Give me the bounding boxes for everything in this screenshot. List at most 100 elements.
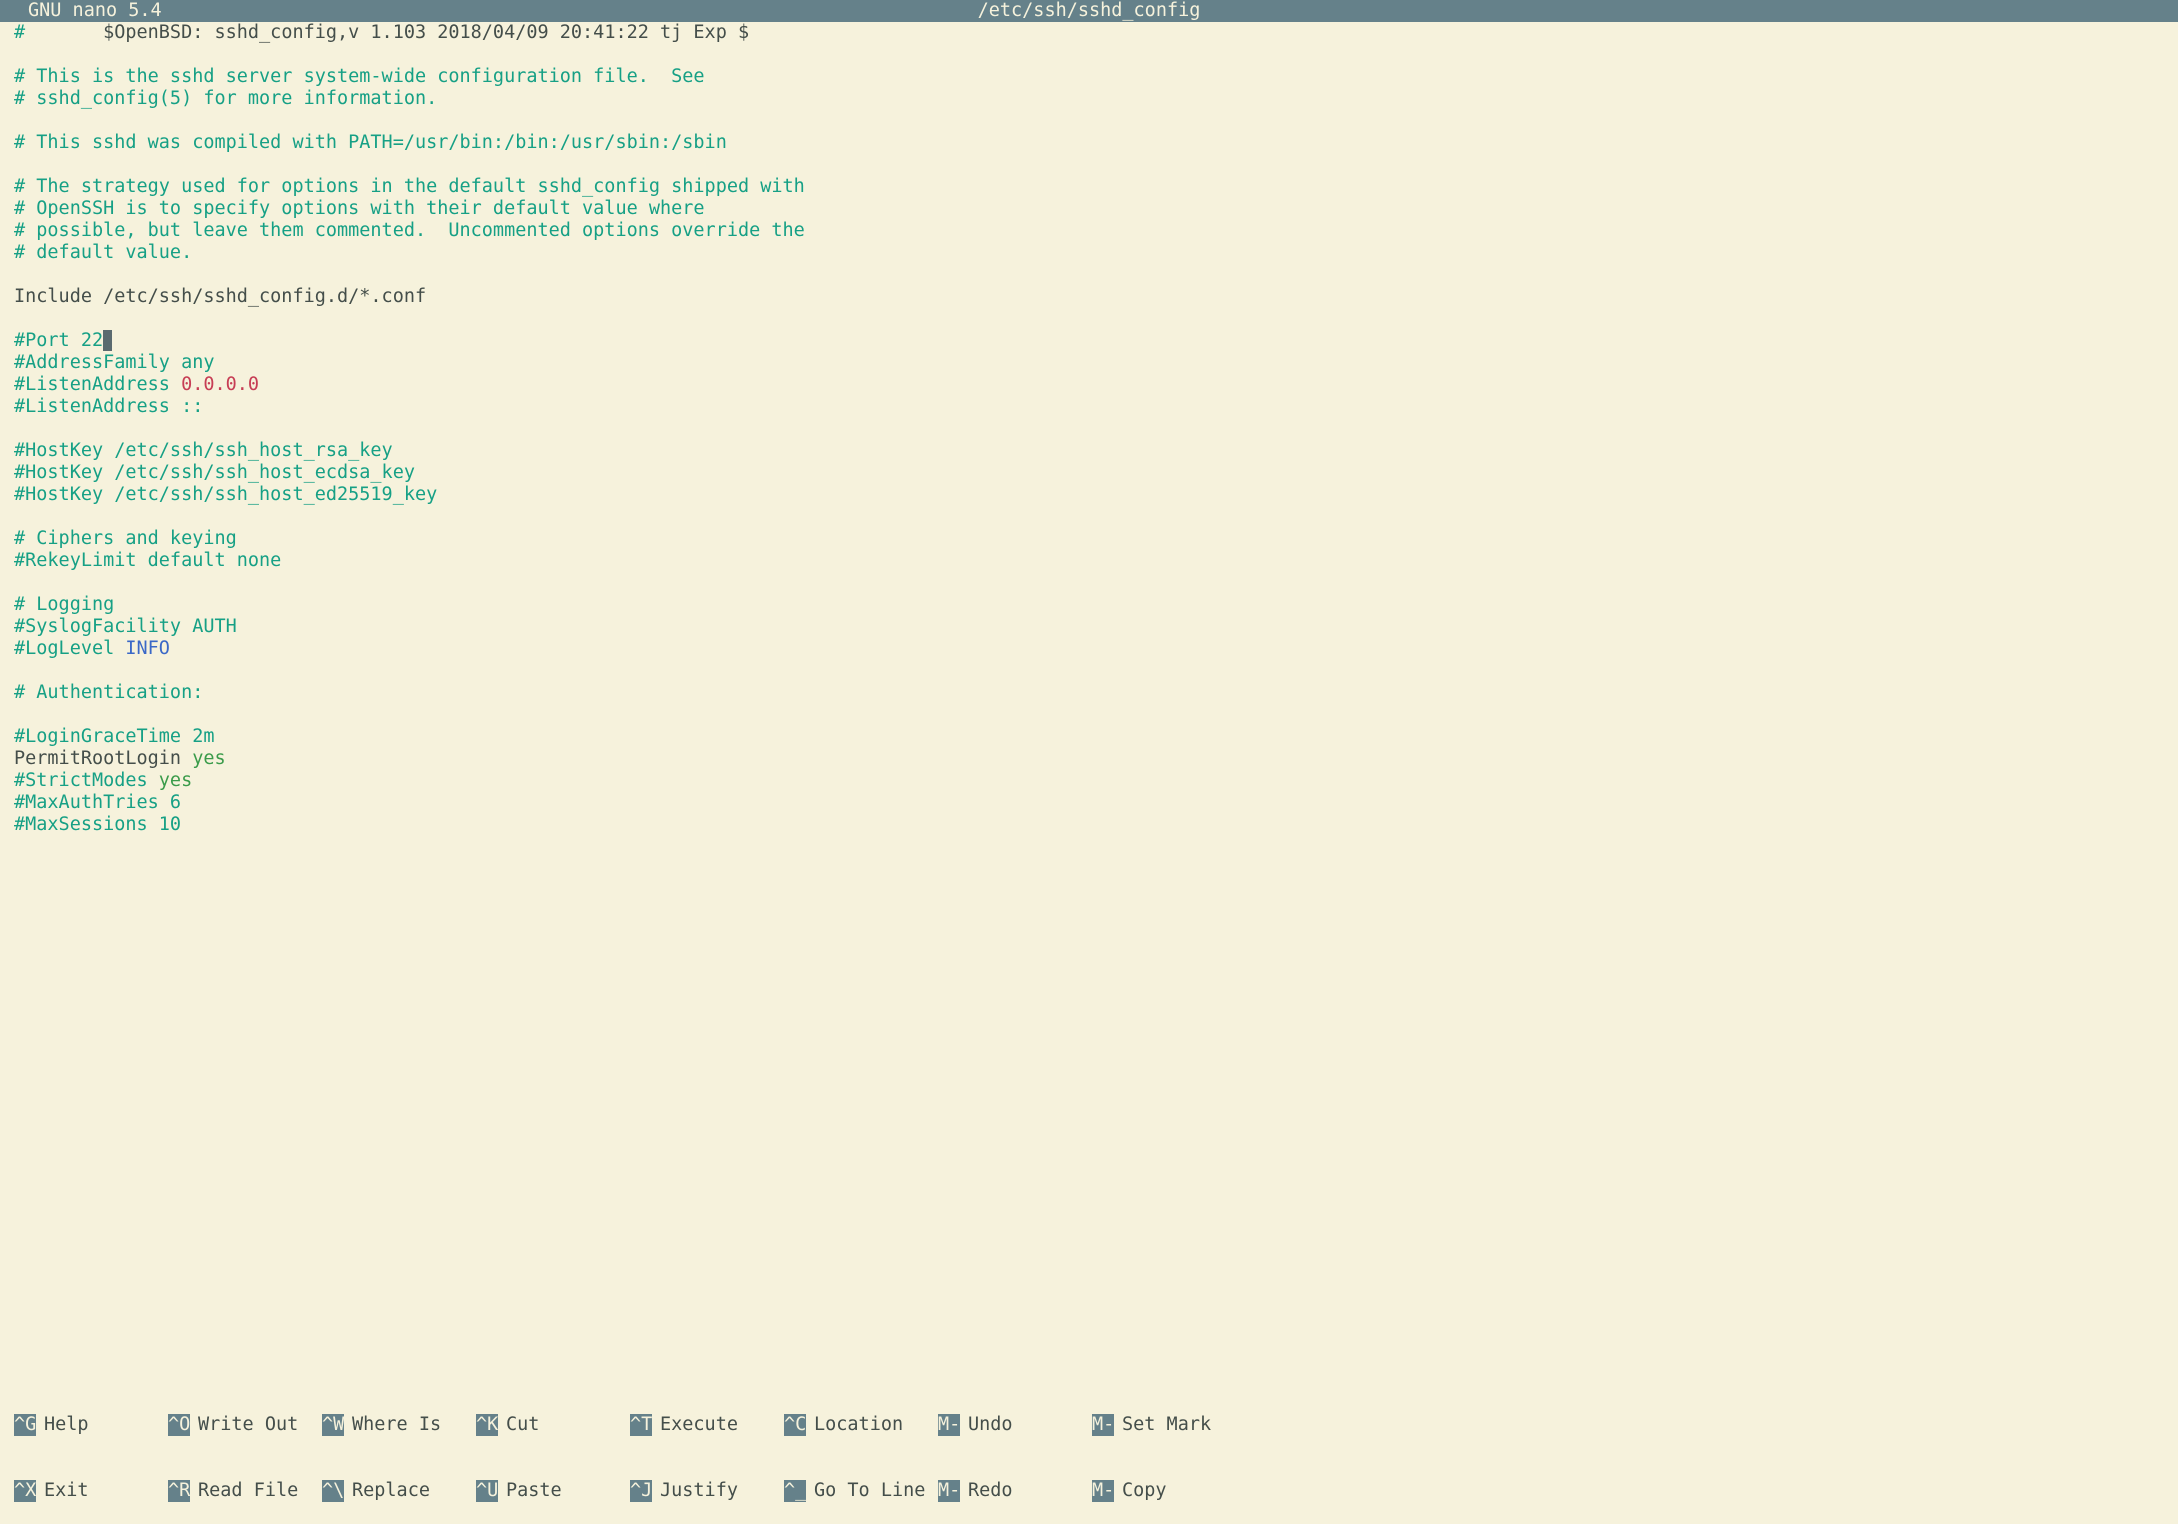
editor-line[interactable] bbox=[0, 308, 2178, 330]
editor-line[interactable]: #SyslogFacility AUTH bbox=[0, 616, 2178, 638]
editor-line[interactable]: #LogLevel INFO bbox=[0, 638, 2178, 660]
text-segment: #HostKey /etc/ssh/ssh_host_rsa_key bbox=[14, 440, 393, 461]
shortcut-key: ^\ bbox=[322, 1480, 344, 1502]
shortcut-key: ^K bbox=[476, 1414, 498, 1436]
shortcut-set-mark[interactable]: M-ASet Mark bbox=[1092, 1414, 1246, 1436]
editor-line[interactable]: # Logging bbox=[0, 594, 2178, 616]
shortcut-label: Help bbox=[36, 1414, 89, 1435]
editor-content[interactable]: # $OpenBSD: sshd_config,v 1.103 2018/04/… bbox=[0, 22, 2178, 858]
editor-line[interactable] bbox=[0, 44, 2178, 66]
editor-line[interactable]: #StrictModes yes bbox=[0, 770, 2178, 792]
editor-line[interactable] bbox=[0, 836, 2178, 858]
shortcut-key: M-U bbox=[938, 1414, 960, 1436]
shortcut-key: ^W bbox=[322, 1414, 344, 1436]
editor-line[interactable] bbox=[0, 506, 2178, 528]
shortcut-key: M-6 bbox=[1092, 1480, 1114, 1502]
text-segment: PermitRootLogin bbox=[14, 748, 192, 769]
shortcut-where-is[interactable]: ^WWhere Is bbox=[322, 1414, 476, 1436]
shortcut-location[interactable]: ^CLocation bbox=[784, 1414, 938, 1436]
shortcut-label: Set Mark bbox=[1114, 1414, 1211, 1435]
shortcut-cut[interactable]: ^KCut bbox=[476, 1414, 630, 1436]
editor-line[interactable] bbox=[0, 660, 2178, 682]
editor-line[interactable] bbox=[0, 704, 2178, 726]
text-segment: # Ciphers and keying bbox=[14, 528, 237, 549]
text-segment: # bbox=[14, 22, 25, 43]
editor-line[interactable] bbox=[0, 418, 2178, 440]
shortcut-key: ^_ bbox=[784, 1480, 806, 1502]
editor-line[interactable]: # This is the sshd server system-wide co… bbox=[0, 66, 2178, 88]
text-segment: #Port 22 bbox=[14, 330, 103, 351]
shortcut-label: Replace bbox=[344, 1480, 430, 1501]
shortcut-write-out[interactable]: ^OWrite Out bbox=[168, 1414, 322, 1436]
shortcut-exit[interactable]: ^XExit bbox=[14, 1480, 168, 1502]
shortcut-label: Paste bbox=[498, 1480, 562, 1501]
text-segment: #RekeyLimit default none bbox=[14, 550, 281, 571]
editor-line[interactable]: #LoginGraceTime 2m bbox=[0, 726, 2178, 748]
editor-line[interactable]: # possible, but leave them commented. Un… bbox=[0, 220, 2178, 242]
editor-line[interactable]: #ListenAddress :: bbox=[0, 396, 2178, 418]
editor-line[interactable]: Include /etc/ssh/sshd_config.d/*.conf bbox=[0, 286, 2178, 308]
shortcut-copy[interactable]: M-6Copy bbox=[1092, 1480, 1246, 1502]
editor-line[interactable]: # This sshd was compiled with PATH=/usr/… bbox=[0, 132, 2178, 154]
text-segment: #ListenAddress :: bbox=[14, 396, 203, 417]
editor-line[interactable]: # Ciphers and keying bbox=[0, 528, 2178, 550]
editor-line[interactable]: #ListenAddress 0.0.0.0 bbox=[0, 374, 2178, 396]
shortcut-label: Write Out bbox=[190, 1414, 298, 1435]
text-segment: # This sshd was compiled with PATH=/usr/… bbox=[14, 132, 727, 153]
shortcut-key: ^J bbox=[630, 1480, 652, 1502]
editor-line[interactable]: # OpenSSH is to specify options with the… bbox=[0, 198, 2178, 220]
text-segment: Include /etc/ssh/sshd_config.d/*.conf bbox=[14, 286, 426, 307]
editor-line[interactable]: PermitRootLogin yes bbox=[0, 748, 2178, 770]
app-title: GNU nano 5.4 bbox=[28, 0, 162, 22]
text-segment: #HostKey /etc/ssh/ssh_host_ed25519_key bbox=[14, 484, 437, 505]
text-segment: # sshd_config(5) for more information. bbox=[14, 88, 437, 109]
shortcut-label: Redo bbox=[960, 1480, 1013, 1501]
shortcut-undo[interactable]: M-UUndo bbox=[938, 1414, 1092, 1436]
text-segment: #LogLevel bbox=[14, 638, 125, 659]
editor-line[interactable]: # $OpenBSD: sshd_config,v 1.103 2018/04/… bbox=[0, 22, 2178, 44]
editor-line[interactable] bbox=[0, 264, 2178, 286]
shortcut-help[interactable]: ^GHelp bbox=[14, 1414, 168, 1436]
editor-line[interactable]: #AddressFamily any bbox=[0, 352, 2178, 374]
shortcut-redo[interactable]: M-ERedo bbox=[938, 1480, 1092, 1502]
editor-line[interactable] bbox=[0, 572, 2178, 594]
text-segment: #ListenAddress bbox=[14, 374, 181, 395]
text-segment: #SyslogFacility AUTH bbox=[14, 616, 237, 637]
shortcut-key: ^X bbox=[14, 1480, 36, 1502]
editor-line[interactable] bbox=[0, 110, 2178, 132]
shortcut-key: ^C bbox=[784, 1414, 806, 1436]
text-cursor bbox=[103, 330, 112, 351]
shortcut-key: ^O bbox=[168, 1414, 190, 1436]
editor-line[interactable]: #MaxAuthTries 6 bbox=[0, 792, 2178, 814]
editor-line[interactable]: #MaxSessions 10 bbox=[0, 814, 2178, 836]
shortcut-execute[interactable]: ^TExecute bbox=[630, 1414, 784, 1436]
editor-line[interactable]: #RekeyLimit default none bbox=[0, 550, 2178, 572]
text-segment: # Logging bbox=[14, 594, 114, 615]
editor-line[interactable]: # sshd_config(5) for more information. bbox=[0, 88, 2178, 110]
shortcut-label: Exit bbox=[36, 1480, 89, 1501]
shortcut-read-file[interactable]: ^RRead File bbox=[168, 1480, 322, 1502]
shortcut-paste[interactable]: ^UPaste bbox=[476, 1480, 630, 1502]
text-segment: yes bbox=[159, 770, 192, 791]
text-segment: # possible, but leave them commented. Un… bbox=[14, 220, 805, 241]
shortcut-label: Cut bbox=[498, 1414, 539, 1435]
shortcut-key: ^T bbox=[630, 1414, 652, 1436]
editor-line[interactable]: # The strategy used for options in the d… bbox=[0, 176, 2178, 198]
editor-line[interactable] bbox=[0, 154, 2178, 176]
text-segment: #LoginGraceTime 2m bbox=[14, 726, 214, 747]
shortcut-label: Execute bbox=[652, 1414, 738, 1435]
editor-line[interactable]: #HostKey /etc/ssh/ssh_host_rsa_key bbox=[0, 440, 2178, 462]
text-segment: #MaxAuthTries 6 bbox=[14, 792, 181, 813]
editor-line[interactable]: #HostKey /etc/ssh/ssh_host_ecdsa_key bbox=[0, 462, 2178, 484]
shortcut-go-to-line[interactable]: ^_Go To Line bbox=[784, 1480, 938, 1502]
editor-line[interactable]: # default value. bbox=[0, 242, 2178, 264]
text-segment: #AddressFamily any bbox=[14, 352, 214, 373]
text-segment: 0.0.0.0 bbox=[181, 374, 259, 395]
shortcut-row-2: ^XExit^RRead File^\Replace^UPaste^JJusti… bbox=[14, 1480, 2178, 1502]
editor-line[interactable]: #Port 22 bbox=[0, 330, 2178, 352]
shortcut-replace[interactable]: ^\Replace bbox=[322, 1480, 476, 1502]
editor-line[interactable]: #HostKey /etc/ssh/ssh_host_ed25519_key bbox=[0, 484, 2178, 506]
text-segment: # Authentication: bbox=[14, 682, 203, 703]
shortcut-justify[interactable]: ^JJustify bbox=[630, 1480, 784, 1502]
editor-line[interactable]: # Authentication: bbox=[0, 682, 2178, 704]
